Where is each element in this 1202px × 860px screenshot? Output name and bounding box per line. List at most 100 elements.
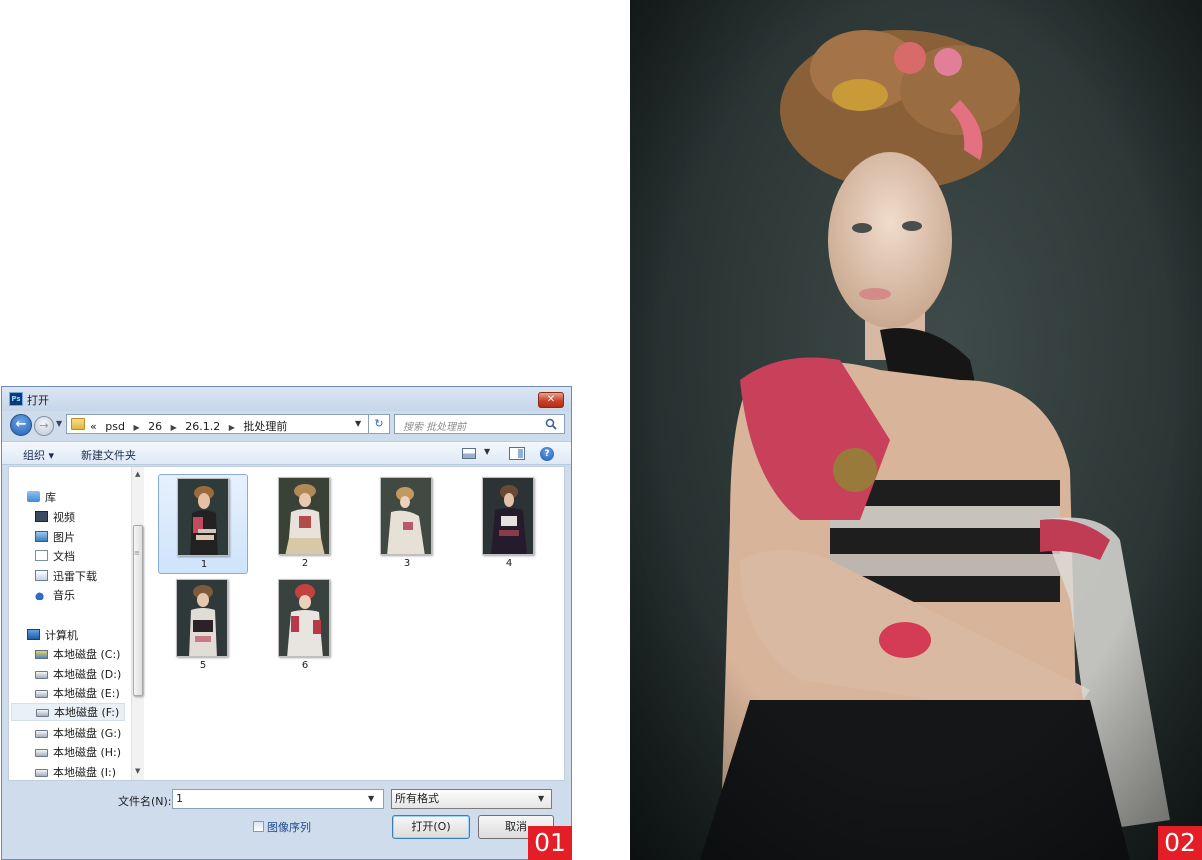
thumbnail-image: [176, 579, 228, 657]
download-folder-icon: [35, 570, 48, 581]
scroll-grip-icon: ≡: [134, 549, 140, 557]
chevron-right-icon[interactable]: ▶: [229, 423, 235, 432]
view-icon[interactable]: [462, 448, 476, 459]
step-badge-01: 01: [528, 826, 572, 860]
filename-dropdown-icon[interactable]: ▼: [368, 790, 374, 808]
computer-icon: [27, 629, 40, 640]
refresh-icon[interactable]: ↻: [368, 414, 390, 434]
nav-item-videos[interactable]: 视频: [35, 509, 75, 527]
scroll-up-icon[interactable]: ▲: [135, 470, 140, 478]
history-dropdown-icon[interactable]: ▼: [56, 419, 62, 428]
image-sequence-label[interactable]: 图像序列: [267, 819, 311, 835]
filetype-dropdown-icon[interactable]: ▼: [538, 790, 544, 808]
chevron-right-icon[interactable]: ▶: [133, 423, 139, 432]
file-list: 1 2 3 4 5 6: [146, 467, 564, 780]
image-sequence-checkbox[interactable]: [253, 821, 264, 832]
search-placeholder: 搜索 批处理前: [403, 422, 467, 433]
file-name: 1: [200, 559, 208, 570]
file-name: 6: [301, 660, 309, 671]
dialog-title: 打开: [27, 394, 49, 407]
nav-scrollbar[interactable]: ▲ ≡ ▼: [131, 467, 144, 780]
photoshop-icon: Ps: [9, 392, 23, 406]
new-folder-button[interactable]: 新建文件夹: [81, 447, 136, 463]
system-drive-icon: [35, 650, 48, 659]
library-icon: [27, 491, 40, 502]
filetype-select[interactable]: 所有格式 ▼: [391, 789, 552, 809]
navigation-pane: 库 视频 图片 文档 迅雷下载 音乐 计算机 本地磁盘 (C:) 本地磁盘 (D…: [9, 467, 145, 780]
file-item-1[interactable]: 1: [158, 474, 248, 574]
organize-button[interactable]: 组织 ▾: [23, 447, 54, 463]
breadcrumb-item-26[interactable]: 26: [148, 420, 162, 433]
address-dropdown-icon[interactable]: ▼: [355, 419, 361, 428]
drive-icon: [35, 730, 48, 738]
open-button[interactable]: 打开(O): [392, 815, 470, 839]
folder-icon: [71, 418, 85, 430]
nav-item-drive-i[interactable]: 本地磁盘 (I:): [35, 764, 116, 782]
document-icon: [35, 550, 48, 561]
file-item-6[interactable]: 6: [260, 576, 350, 676]
file-name: 2: [301, 558, 309, 569]
dialog-titlebar: Ps 打开 ✕: [2, 387, 571, 411]
close-button[interactable]: ✕: [538, 392, 564, 408]
file-item-5[interactable]: 5: [158, 576, 248, 676]
nav-item-drive-f[interactable]: 本地磁盘 (F:): [11, 703, 125, 721]
file-name: 4: [505, 558, 513, 569]
nav-item-drive-c[interactable]: 本地磁盘 (C:): [35, 646, 120, 664]
back-arrow-icon[interactable]: ←: [10, 414, 32, 436]
nav-item-documents[interactable]: 文档: [35, 548, 75, 566]
filetype-value: 所有格式: [395, 792, 439, 805]
help-icon[interactable]: ?: [540, 447, 554, 461]
drive-icon: [35, 671, 48, 679]
open-file-dialog: Ps 打开 ✕ ← → ▼ « psd ▶ 26 ▶ 26.1.2 ▶ 批处理前…: [1, 386, 572, 860]
nav-item-music[interactable]: 音乐: [35, 587, 75, 605]
drive-icon: [36, 709, 49, 717]
dialog-footer: 文件名(N): 1 ▼ 所有格式 ▼ 图像序列 打开(O) 取消: [2, 783, 571, 859]
file-item-4[interactable]: 4: [464, 474, 554, 574]
filename-value: 1: [176, 792, 183, 805]
dialog-body: 库 视频 图片 文档 迅雷下载 音乐 计算机 本地磁盘 (C:) 本地磁盘 (D…: [8, 466, 565, 781]
view-dropdown-icon[interactable]: ▼: [484, 447, 490, 456]
scroll-down-icon[interactable]: ▼: [135, 767, 140, 775]
nav-item-computer[interactable]: 计算机: [27, 627, 78, 645]
nav-item-drive-d[interactable]: 本地磁盘 (D:): [35, 666, 121, 684]
nav-item-xunlei-downloads[interactable]: 迅雷下载: [35, 568, 97, 586]
search-icon[interactable]: [545, 418, 557, 430]
address-row: ← → ▼ « psd ▶ 26 ▶ 26.1.2 ▶ 批处理前 ▼ ↻ 搜索 …: [2, 411, 571, 439]
filename-label: 文件名(N):: [118, 795, 172, 808]
nav-item-drive-h[interactable]: 本地磁盘 (H:): [35, 744, 121, 762]
portrait-photo: [630, 0, 1202, 860]
nav-item-library[interactable]: 库: [27, 489, 56, 507]
filename-input[interactable]: 1 ▼: [172, 789, 384, 809]
drive-icon: [35, 749, 48, 757]
preview-pane-icon[interactable]: [509, 447, 525, 460]
nav-item-drive-e[interactable]: 本地磁盘 (E:): [35, 685, 120, 703]
command-toolbar: 组织 ▾ 新建文件夹 ▼ ?: [2, 441, 571, 465]
nav-item-pictures[interactable]: 图片: [35, 529, 75, 547]
thumbnail-image: [482, 477, 534, 555]
file-name: 5: [199, 660, 207, 671]
portrait-illustration: [630, 0, 1202, 860]
thumbnail-image: [278, 477, 330, 555]
file-name: 3: [403, 558, 411, 569]
drive-icon: [35, 769, 48, 777]
drive-icon: [35, 690, 48, 698]
breadcrumb-item-26-1-2[interactable]: 26.1.2: [185, 420, 220, 433]
thumbnail-image: [177, 478, 229, 556]
breadcrumb-item-psd[interactable]: psd: [105, 420, 125, 433]
music-icon: [35, 589, 48, 600]
thumbnail-image: [380, 477, 432, 555]
picture-icon: [35, 531, 48, 542]
nav-item-drive-g[interactable]: 本地磁盘 (G:): [35, 725, 121, 743]
step-badge-02: 02: [1158, 826, 1202, 860]
file-item-2[interactable]: 2: [260, 474, 350, 574]
file-item-3[interactable]: 3: [362, 474, 452, 574]
breadcrumb-item-current[interactable]: 批处理前: [243, 420, 287, 433]
video-icon: [35, 511, 48, 522]
forward-arrow-icon[interactable]: →: [34, 416, 54, 436]
thumbnail-image: [278, 579, 330, 657]
breadcrumb-overflow[interactable]: «: [90, 420, 97, 433]
chevron-right-icon[interactable]: ▶: [171, 423, 177, 432]
search-input[interactable]: 搜索 批处理前: [394, 414, 565, 434]
breadcrumb: « psd ▶ 26 ▶ 26.1.2 ▶ 批处理前: [90, 418, 292, 434]
address-bar[interactable]: « psd ▶ 26 ▶ 26.1.2 ▶ 批处理前 ▼: [66, 414, 372, 434]
